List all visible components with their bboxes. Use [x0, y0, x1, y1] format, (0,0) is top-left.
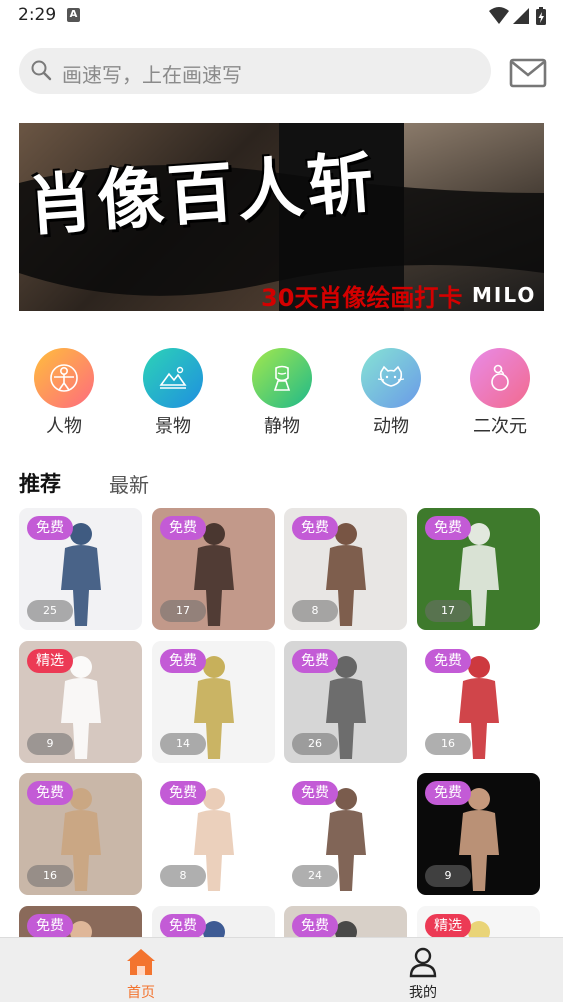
card-badge: 免费 [292, 914, 338, 938]
photo-card[interactable]: 免费 24 [284, 773, 407, 895]
nav-mine-label: 我的 [409, 985, 437, 1001]
photo-card[interactable]: 精选 [417, 906, 540, 938]
system-status-icons [489, 7, 546, 25]
status-time: 2:29 [18, 5, 57, 25]
category-label: 二次元 [473, 416, 527, 437]
anime-icon [491, 364, 509, 391]
search-row: 画速写，上在画速写 [0, 48, 563, 96]
photo-card[interactable]: 免费 26 [284, 641, 407, 763]
card-badge: 精选 [425, 914, 471, 938]
category-scenery-circle [143, 348, 203, 408]
photo-card[interactable]: 免费 8 [284, 508, 407, 630]
card-photo-count: 9 [425, 865, 471, 887]
card-badge: 免费 [27, 516, 73, 540]
still-life-icon [273, 365, 291, 391]
category-animal-circle [361, 348, 421, 408]
photo-card[interactable]: 免费 8 [152, 773, 275, 895]
category-scenery[interactable]: 景物 [128, 346, 218, 437]
card-photo-count: 24 [292, 865, 338, 887]
category-still-life[interactable]: 静物 [237, 346, 327, 437]
bottom-nav: 首页 我的 [0, 937, 563, 1002]
photo-card[interactable]: 精选 9 [19, 641, 142, 763]
card-badge: 免费 [27, 914, 73, 938]
category-person[interactable]: 人物 [19, 346, 109, 437]
card-badge: 免费 [27, 781, 73, 805]
card-badge: 精选 [27, 649, 73, 673]
category-label: 人物 [46, 416, 82, 437]
photo-card[interactable]: 免费 [19, 906, 142, 938]
photo-card[interactable]: 免费 16 [19, 773, 142, 895]
notification-icon: A [67, 8, 80, 22]
person-figure-icon [50, 364, 78, 392]
banner-subtitle: 30天肖像绘画打卡 [261, 284, 463, 311]
category-person-circle [34, 348, 94, 408]
card-photo-count: 17 [160, 600, 206, 622]
tab-latest[interactable]: 最新 [109, 469, 149, 498]
promo-banner[interactable]: 肖像百人斩 30天肖像绘画打卡 MILO [19, 123, 544, 311]
card-badge: 免费 [425, 516, 471, 540]
nav-home[interactable]: 首页 [81, 938, 201, 1002]
card-badge: 免费 [425, 649, 471, 673]
user-icon [409, 947, 437, 978]
photo-card[interactable]: 免费 [284, 906, 407, 938]
card-photo-count: 8 [292, 600, 338, 622]
wifi-icon [489, 7, 509, 24]
photo-card[interactable]: 免费 9 [417, 773, 540, 895]
status-bar: 2:29 A [0, 0, 563, 32]
card-badge: 免费 [160, 516, 206, 540]
tab-recommended[interactable]: 推荐 [19, 468, 61, 498]
banner-brand-logo: MILO [472, 283, 537, 307]
category-row: 人物 景物 静物 动物 二次元 [0, 346, 563, 437]
card-photo-count: 8 [160, 865, 206, 887]
card-badge: 免费 [160, 781, 206, 805]
card-badge: 免费 [292, 649, 338, 673]
card-badge: 免费 [160, 649, 206, 673]
photo-grid: 免费 25 免费 17 免费 8 免费 17 精选 9 免费 14 免费 26 免费 16 免费 16 免费 8 免费 2… [0, 508, 563, 938]
feed-tabs: 推荐 最新 [0, 466, 563, 500]
category-label: 景物 [155, 416, 191, 437]
photo-card[interactable]: 免费 [152, 906, 275, 938]
photo-card[interactable]: 免费 14 [152, 641, 275, 763]
photo-card[interactable]: 免费 17 [152, 508, 275, 630]
photo-card[interactable]: 免费 17 [417, 508, 540, 630]
card-badge: 免费 [292, 516, 338, 540]
mail-icon[interactable] [509, 57, 547, 89]
card-photo-count: 26 [292, 733, 338, 755]
search-placeholder: 画速写，上在画速写 [62, 63, 242, 87]
category-still-life-circle [252, 348, 312, 408]
search-icon [31, 60, 52, 81]
card-badge: 免费 [425, 781, 471, 805]
photo-card[interactable]: 免费 25 [19, 508, 142, 630]
cat-icon [377, 365, 405, 387]
category-animal[interactable]: 动物 [346, 346, 436, 437]
photo-card[interactable]: 免费 16 [417, 641, 540, 763]
category-anime[interactable]: 二次元 [455, 346, 545, 437]
home-icon [127, 949, 155, 975]
card-photo-count: 9 [27, 733, 73, 755]
category-anime-circle [470, 348, 530, 408]
category-label: 动物 [373, 416, 409, 437]
category-label: 静物 [264, 416, 300, 437]
card-photo-count: 17 [425, 600, 471, 622]
card-badge: 免费 [160, 914, 206, 938]
nav-home-label: 首页 [127, 985, 155, 1001]
card-photo-count: 16 [425, 733, 471, 755]
card-photo-count: 25 [27, 600, 73, 622]
card-photo-count: 14 [160, 733, 206, 755]
signal-icon [513, 8, 529, 24]
card-badge: 免费 [292, 781, 338, 805]
landscape-icon [159, 366, 187, 389]
card-photo-count: 16 [27, 865, 73, 887]
search-input[interactable]: 画速写，上在画速写 [19, 48, 491, 94]
nav-mine[interactable]: 我的 [363, 938, 483, 1002]
